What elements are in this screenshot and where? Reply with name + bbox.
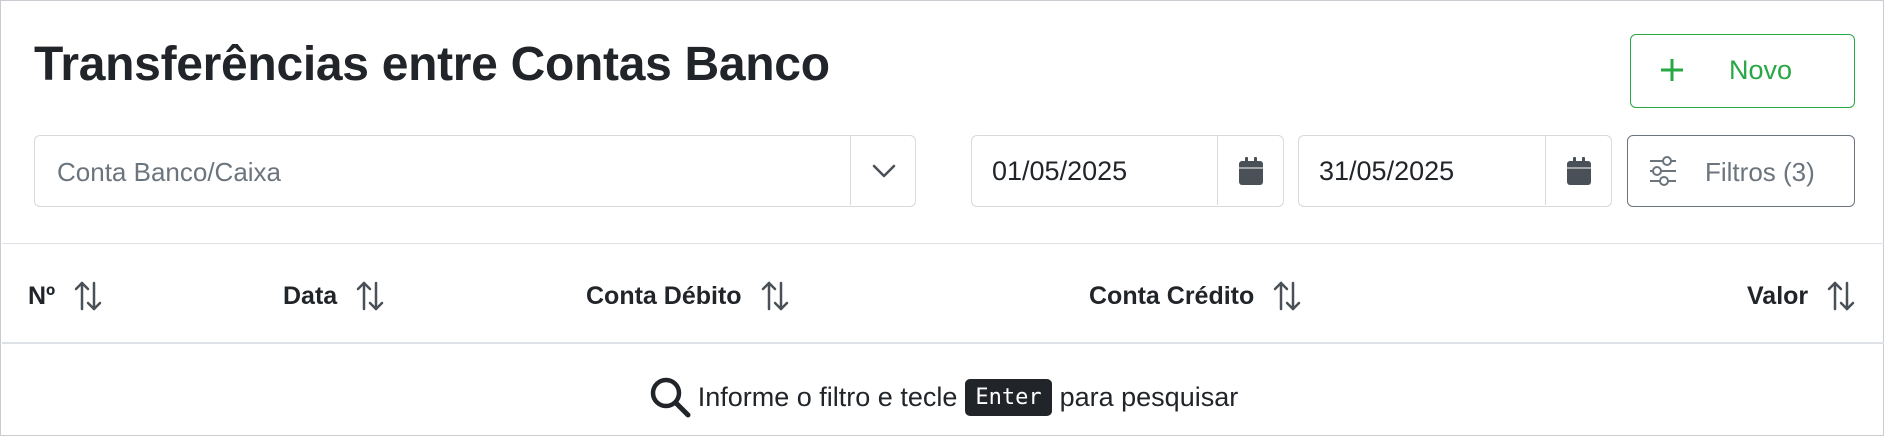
plus-icon	[1661, 59, 1683, 81]
account-select[interactable]: Conta Banco/Caixa	[34, 135, 916, 207]
empty-state-text-after: para pesquisar	[1059, 381, 1239, 412]
date-to-field[interactable]: 31/05/2025	[1298, 135, 1612, 207]
column-header-conta-debito[interactable]: Conta Débito	[586, 280, 790, 312]
column-header-label: Data	[283, 281, 338, 310]
search-icon	[650, 377, 691, 418]
column-header-numero[interactable]: Nº	[28, 280, 103, 312]
sort-icon	[74, 281, 102, 311]
chevron-down-icon	[872, 164, 895, 177]
calendar-icon	[1238, 156, 1263, 185]
date-to-value: 31/05/2025	[1319, 156, 1455, 186]
table-header: Nº Data Conta Débito Conta Crédito Valor	[2, 244, 1884, 343]
date-from-value: 01/05/2025	[992, 156, 1128, 186]
filters-button-label: Filtros (3)	[1705, 157, 1815, 187]
empty-state-text-before: Informe o filtro e tecle	[697, 381, 958, 412]
column-header-data[interactable]: Data	[283, 280, 385, 312]
date-from-field[interactable]: 01/05/2025	[971, 135, 1284, 207]
column-header-label: Nº	[28, 281, 56, 310]
column-header-conta-credito[interactable]: Conta Crédito	[1089, 280, 1302, 312]
sort-icon	[356, 281, 384, 311]
column-header-valor[interactable]: Valor	[1747, 280, 1856, 312]
enter-key-badge: Enter	[965, 378, 1052, 416]
column-header-label: Conta Crédito	[1089, 281, 1255, 310]
column-header-label: Valor	[1747, 281, 1809, 310]
account-select-placeholder: Conta Banco/Caixa	[57, 157, 282, 187]
filters-button[interactable]: Filtros (3)	[1627, 135, 1855, 207]
divider	[2, 342, 1884, 344]
sort-icon	[761, 281, 788, 311]
sort-icon	[1274, 281, 1301, 311]
sort-icon	[1827, 281, 1855, 311]
empty-state-message: Informe o filtro e tecle Enter para pesq…	[1, 375, 1884, 419]
calendar-icon	[1566, 156, 1591, 185]
new-button-label: Novo	[1729, 55, 1793, 85]
account-select-toggle[interactable]	[850, 136, 916, 205]
sliders-icon	[1650, 156, 1676, 186]
page-container: Transferências entre Contas Banco Novo C…	[0, 0, 1884, 436]
new-button[interactable]: Novo	[1630, 34, 1855, 108]
date-to-calendar-button[interactable]	[1545, 136, 1611, 205]
column-header-label: Conta Débito	[586, 281, 742, 310]
date-from-calendar-button[interactable]	[1217, 136, 1283, 205]
page-title: Transferências entre Contas Banco	[34, 38, 830, 91]
